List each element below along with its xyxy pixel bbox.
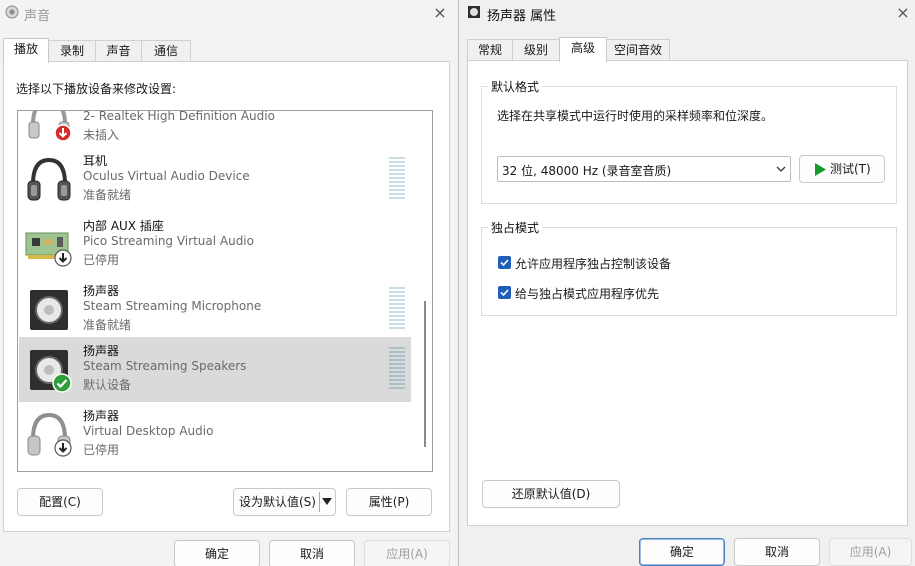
list-item[interactable]: 扬声器 Virtual Desktop Audio 已停用 (19, 402, 411, 467)
apply-button[interactable]: 应用(A) (829, 538, 912, 566)
format-select[interactable]: 32 位, 48000 Hz (录音室音质) (497, 156, 791, 182)
ok-button[interactable]: 确定 (174, 540, 260, 566)
device-list[interactable]: 2- Realtek High Definition Audio 未插入 耳机 … (17, 110, 433, 472)
speaker-properties-dialog: 扬声器 属性 × 常规 级别 高级 空间音效 默认格式 选择在共享模式中运行时使… (458, 0, 915, 566)
speaker-app-icon (468, 6, 480, 18)
device-name: 扬声器 (83, 344, 120, 358)
properties-titlebar: 扬声器 属性 × (459, 0, 915, 26)
default-check-icon (52, 373, 72, 393)
volume-meter (389, 157, 405, 199)
format-select-value: 32 位, 48000 Hz (录音室音质) (502, 164, 672, 178)
list-scrollbar[interactable] (424, 301, 426, 447)
chevron-down-icon (776, 166, 786, 172)
tab-spatial-sound[interactable]: 空间音效 (606, 39, 670, 60)
sound-dialog: 声音 × 播放 录制 声音 通信 选择以下播放设备来修改设置: 2- Realt… (0, 0, 455, 566)
list-item[interactable]: 扬声器 Steam Streaming Microphone 准备就绪 (19, 277, 411, 342)
default-format-title: 默认格式 (488, 78, 543, 95)
play-icon (815, 163, 826, 176)
tab-levels[interactable]: 级别 (512, 39, 560, 60)
close-icon[interactable]: × (430, 3, 450, 22)
exclusive-mode-group: 独占模式 允许应用程序独占控制该设备 给与独占模式应用程序优先 (481, 219, 897, 316)
speaker-app-icon (5, 5, 19, 19)
default-format-group: 默认格式 选择在共享模式中运行时使用的采样频率和位深度。 32 位, 48000… (481, 78, 897, 204)
device-description: Steam Streaming Microphone (83, 299, 262, 313)
tab-general[interactable]: 常规 (467, 39, 513, 60)
sound-tabs: 播放 录制 声音 通信 (0, 38, 455, 63)
instruction-text: 选择以下播放设备来修改设置: (16, 82, 177, 96)
headphones-icon (27, 157, 71, 201)
device-status: 已停用 (83, 253, 120, 267)
device-status: 已停用 (83, 443, 120, 457)
apply-button[interactable]: 应用(A) (364, 540, 450, 566)
format-description: 选择在共享模式中运行时使用的采样频率和位深度。 (497, 109, 774, 123)
tab-communications[interactable]: 通信 (141, 40, 191, 61)
device-status: 准备就绪 (83, 318, 132, 332)
restore-defaults-button[interactable]: 还原默认值(D) (482, 480, 620, 508)
device-description: Steam Streaming Speakers (83, 359, 247, 373)
volume-meter (389, 287, 405, 329)
device-status: 准备就绪 (83, 188, 132, 202)
disabled-arrow-icon (54, 249, 72, 267)
tab-playback[interactable]: 播放 (3, 38, 49, 63)
exclusive-priority-label[interactable]: 给与独占模式应用程序优先 (515, 285, 659, 302)
set-default-label: 设为默认值(S) (239, 495, 316, 509)
tab-recording[interactable]: 录制 (48, 40, 96, 61)
cancel-button[interactable]: 取消 (734, 538, 820, 566)
properties-tabs: 常规 级别 高级 空间音效 (459, 37, 915, 62)
window-title: 声音 (24, 9, 51, 24)
exclusive-mode-title: 独占模式 (488, 219, 543, 236)
list-item[interactable]: 2- Realtek High Definition Audio 未插入 (19, 110, 411, 152)
test-button[interactable]: 测试(T) (799, 155, 885, 183)
set-default-button[interactable]: 设为默认值(S) (233, 488, 336, 516)
allow-exclusive-label[interactable]: 允许应用程序独占控制该设备 (515, 255, 671, 272)
device-description: 2- Realtek High Definition Audio (83, 110, 275, 123)
device-description: Pico Streaming Virtual Audio (83, 234, 254, 248)
device-name: 扬声器 (83, 284, 120, 298)
test-label: 测试(T) (830, 162, 871, 176)
configure-button[interactable]: 配置(C) (17, 488, 103, 516)
list-item[interactable]: 耳机 Oculus Virtual Audio Device 准备就绪 (19, 147, 411, 212)
list-item[interactable]: 内部 AUX 插座 Pico Streaming Virtual Audio 已… (19, 212, 411, 277)
tab-sounds[interactable]: 声音 (95, 40, 142, 61)
device-name: 内部 AUX 插座 (83, 219, 164, 233)
device-name: 扬声器 (83, 409, 120, 423)
window-title: 扬声器 属性 (487, 9, 557, 24)
red-arrow-down-icon (54, 124, 72, 142)
allow-exclusive-checkbox[interactable] (498, 256, 511, 269)
sound-titlebar: 声音 × (0, 0, 455, 26)
exclusive-priority-checkbox[interactable] (498, 286, 511, 299)
tab-advanced[interactable]: 高级 (559, 37, 607, 62)
cancel-button[interactable]: 取消 (269, 540, 355, 566)
chevron-down-icon[interactable] (322, 498, 332, 506)
device-status: 默认设备 (83, 378, 132, 392)
list-item-selected[interactable]: 扬声器 Steam Streaming Speakers 默认设备 (19, 337, 411, 402)
device-name: 耳机 (83, 154, 108, 168)
disabled-arrow-icon (54, 439, 72, 457)
properties-button[interactable]: 属性(P) (346, 488, 432, 516)
device-description: Virtual Desktop Audio (83, 424, 214, 438)
ok-button[interactable]: 确定 (639, 538, 725, 566)
volume-meter (389, 347, 405, 389)
device-status: 未插入 (83, 128, 120, 142)
split-divider (319, 492, 320, 512)
speaker-icon (30, 290, 68, 330)
device-description: Oculus Virtual Audio Device (83, 169, 250, 183)
close-icon[interactable]: × (893, 3, 913, 22)
